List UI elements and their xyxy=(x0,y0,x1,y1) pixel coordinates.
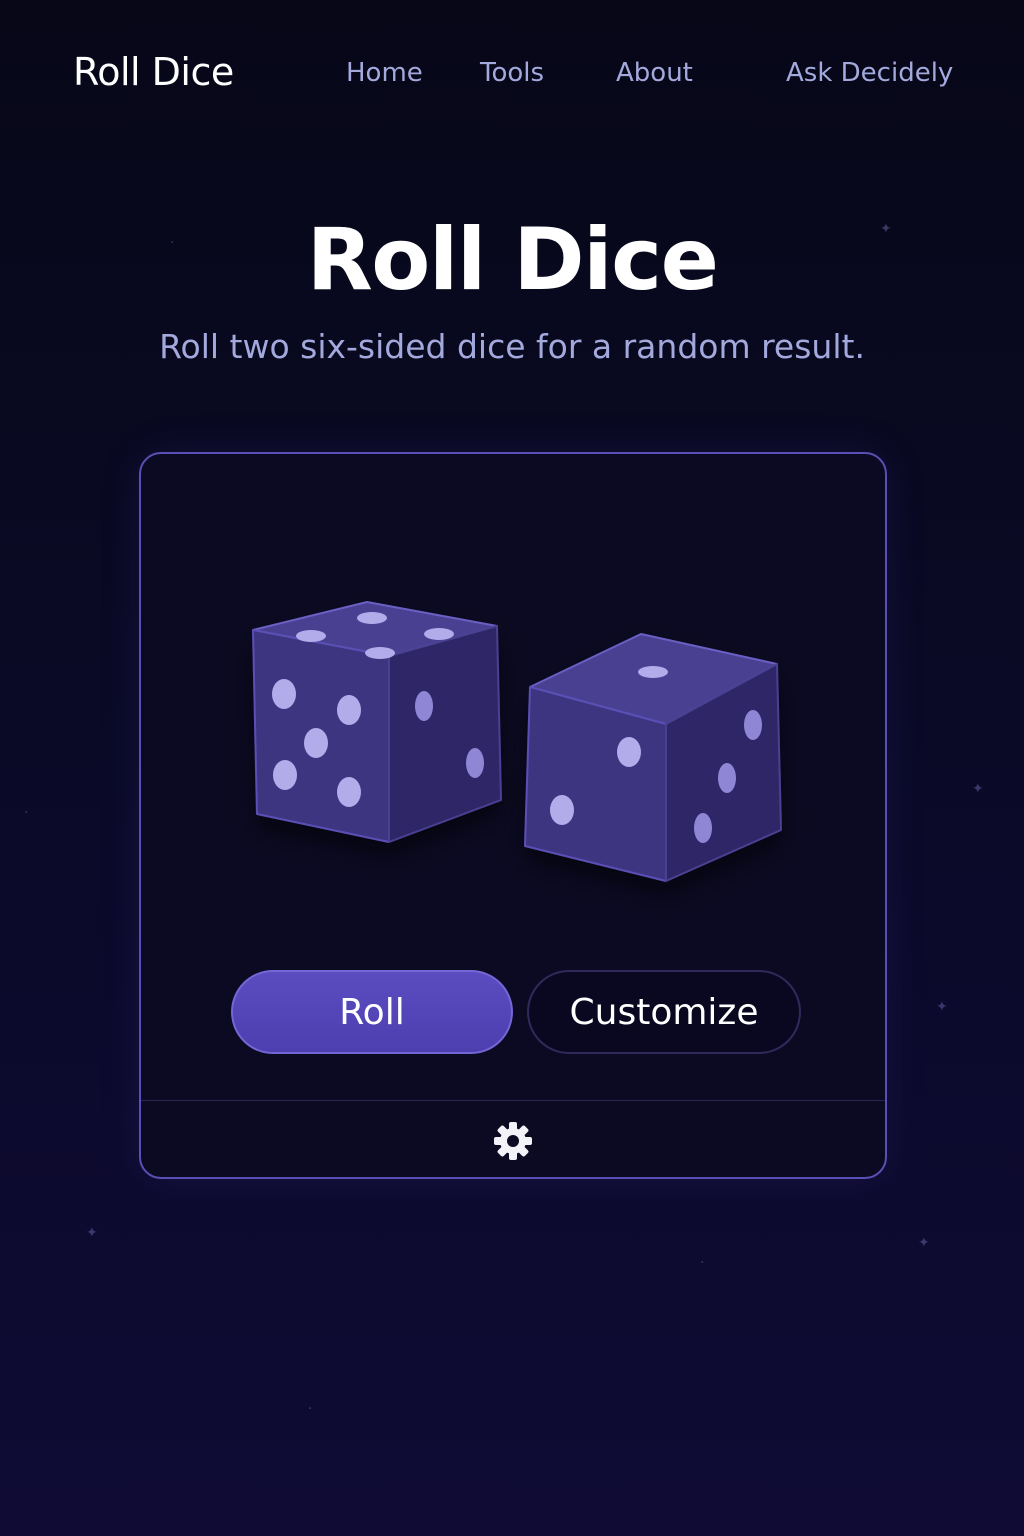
nav-link-home[interactable]: Home xyxy=(346,58,423,88)
die-pip xyxy=(424,628,454,640)
brand-logo[interactable]: Roll Dice xyxy=(73,50,234,94)
die-pip xyxy=(694,813,712,843)
die-pip xyxy=(272,679,296,709)
die-pip xyxy=(337,777,361,807)
settings-button[interactable] xyxy=(493,1121,533,1161)
die-pip xyxy=(365,647,395,659)
die-pip xyxy=(617,737,641,767)
star-decoration: · xyxy=(700,1255,705,1271)
page-title: Roll Dice xyxy=(306,210,719,310)
die-pip xyxy=(304,728,328,758)
star-decoration: ✦ xyxy=(918,1235,930,1251)
die-pip xyxy=(550,795,574,825)
die-pip xyxy=(357,612,387,624)
dice-display xyxy=(141,454,885,934)
dice-illustration xyxy=(252,601,782,882)
star-decoration: · xyxy=(308,1401,313,1417)
nav-link-ask-decidely[interactable]: Ask Decidely xyxy=(786,58,953,88)
die-pip xyxy=(638,666,668,678)
die-pip xyxy=(718,763,736,793)
star-decoration: ✦ xyxy=(86,1225,98,1241)
die-pip xyxy=(296,630,326,642)
die-pip xyxy=(273,760,297,790)
card-divider xyxy=(141,1100,885,1101)
die-2 xyxy=(524,633,782,882)
die-pip xyxy=(466,748,484,778)
roll-button[interactable]: Roll xyxy=(231,970,513,1054)
nav-link-tools[interactable]: Tools xyxy=(480,58,544,88)
page-subtitle: Roll two six-sided dice for a random res… xyxy=(159,327,865,366)
dice-roller-card: Roll Customize xyxy=(139,452,887,1179)
die-1 xyxy=(252,601,502,843)
nav-link-about[interactable]: About xyxy=(616,58,693,88)
customize-button[interactable]: Customize xyxy=(527,970,801,1054)
die-1-side-face xyxy=(388,625,502,843)
star-decoration: ✦ xyxy=(972,781,984,797)
gear-icon xyxy=(494,1122,532,1160)
star-decoration: ✦ xyxy=(936,999,948,1015)
star-decoration: · xyxy=(24,805,29,821)
die-pip xyxy=(415,691,433,721)
die-pip xyxy=(744,710,762,740)
die-pip xyxy=(337,695,361,725)
top-navigation: Roll Dice Home Tools About Ask Decidely xyxy=(0,0,1024,150)
